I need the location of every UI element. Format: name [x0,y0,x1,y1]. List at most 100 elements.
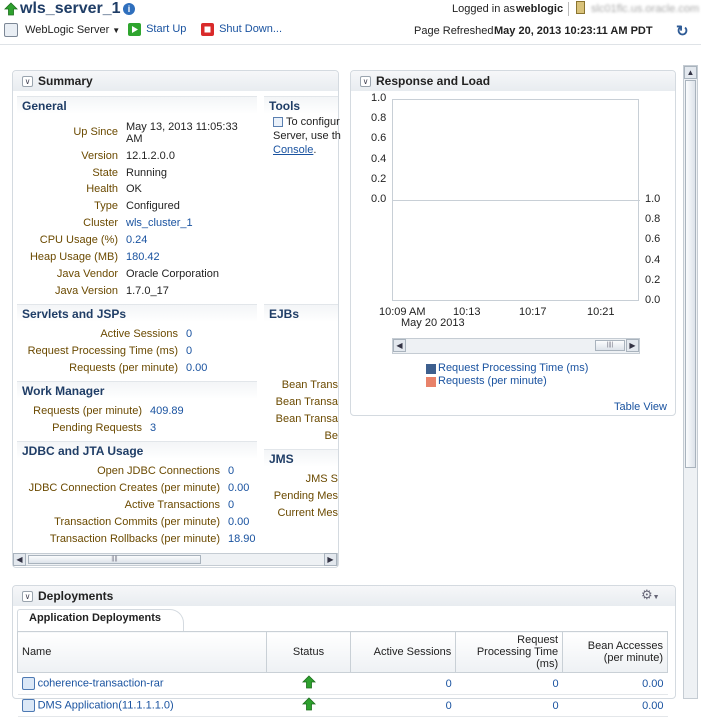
column-header-name[interactable]: Name [17,631,267,673]
refresh-icon[interactable]: ↻ [676,22,689,40]
servlet-requests-value[interactable]: 0.00 [186,362,207,374]
bean-accesses-cell[interactable]: 0.00 [562,694,668,717]
response-collapse-icon[interactable]: ∨ [360,75,371,87]
logged-in-label: Logged in as [452,3,515,15]
username: weblogic [516,3,564,15]
servlets-title: Servlets and JSPs [22,307,127,321]
start-up-label: Start Up [146,23,187,36]
pending-requests-label: Pending Requests [52,422,142,434]
work-manager-title: Work Manager [22,384,105,398]
wm-requests-value[interactable]: 409.89 [150,405,184,417]
chart-scroll-right-arrow[interactable]: ▶ [626,339,639,352]
cluster-link[interactable]: wls_cluster_1 [126,217,193,229]
page-scroll-thumb[interactable] [685,80,696,468]
active-sessions-cell[interactable]: 0 [350,694,456,717]
jdbc-creates-value[interactable]: 0.00 [228,482,249,494]
console-link[interactable]: Console [273,144,313,156]
column-header-status[interactable]: Status [265,631,352,673]
deployments-table: Name Status Active Sessions Request Proc… [17,631,668,717]
pending-requests-value[interactable]: 3 [150,422,156,434]
weblogic-server-menu-label: WebLogic Server [25,23,110,36]
divider [568,2,569,16]
cpu-usage-value[interactable]: 0.24 [126,234,147,246]
active-transactions-label: Active Transactions [124,499,220,511]
scroll-right-arrow[interactable]: ▶ [324,553,337,566]
active-sessions-value[interactable]: 0 [186,328,192,340]
deployments-collapse-icon[interactable]: ∨ [22,590,33,602]
tools-text-3: Console. [273,144,316,156]
x-tick-label: 10:21 [587,306,615,318]
page-refreshed-value: May 20, 2013 10:23:11 AM PDT [494,25,653,37]
jms-row-1: JMS S [305,473,338,485]
stop-icon [201,23,214,36]
scroll-left-arrow[interactable]: ◀ [13,553,26,566]
server-icon [4,23,18,37]
request-processing-value[interactable]: 0 [186,345,192,357]
chevron-down-icon: ▼ [112,25,121,35]
tools-title: Tools [269,99,301,113]
host-name: slc01flc.us.oracle.com [591,3,700,15]
up-since-value: May 13, 2013 11:05:33 [126,121,238,133]
chart-midline [392,200,640,201]
summary-collapse-icon[interactable]: ∨ [22,75,33,87]
java-vendor-label: Java Vendor [56,268,118,280]
summary-title: Summary [38,74,93,88]
table-row[interactable]: DMS Application(11.1.1.1.0) 0 0 0.00 [17,694,668,717]
transaction-commits-label: Transaction Commits (per minute) [54,516,220,528]
application-icon [21,677,35,690]
open-jdbc-value[interactable]: 0 [228,465,234,477]
up-since-label: Up Since [73,126,118,138]
jms-row-3: Current Mes [277,507,338,519]
heap-usage-value[interactable]: 180.42 [126,251,160,263]
health-value: OK [126,183,142,195]
tab-label: Application Deployments [29,612,162,624]
response-title: Response and Load [376,74,491,88]
info-icon[interactable]: i [123,3,135,15]
header-separator [0,44,701,45]
application-icon [21,699,35,712]
column-header-request-processing[interactable]: Request Processing Time (ms) [455,631,564,673]
active-sessions-cell[interactable]: 0 [350,672,456,695]
deployments-title: Deployments [38,589,114,603]
heap-usage-label: Heap Usage (MB) [29,251,118,263]
state-value: Running [126,167,167,179]
active-transactions-value[interactable]: 0 [228,499,234,511]
deployment-link[interactable]: coherence-transaction-rar [38,677,164,689]
shut-down-button[interactable]: Shut Down... [201,23,282,36]
transaction-rollbacks-value[interactable]: 18.90 [228,533,256,545]
status-up-icon [301,675,316,689]
tools-text-tail: . [313,144,317,156]
x-date-label: May 20 2013 [401,317,465,329]
version-label: Version [81,150,118,162]
ejb-row-4: Be [324,430,338,442]
type-label: Type [94,200,118,212]
cpu-usage-label: CPU Usage (%) [39,234,118,246]
jdbc-creates-label: JDBC Connection Creates (per minute) [28,482,220,494]
start-up-button[interactable]: Start Up [128,23,186,36]
deployment-name-cell: DMS Application(11.1.1.1.0) [17,694,267,717]
column-header-active-sessions[interactable]: Active Sessions [350,631,457,673]
shut-down-label: Shut Down... [219,23,283,36]
cluster-label: Cluster [83,217,118,229]
request-processing-label: Request Processing Time (ms) [27,345,178,357]
deployment-link[interactable]: DMS Application(11.1.1.1.0) [38,699,174,711]
request-processing-cell[interactable]: 0 [455,672,563,695]
bean-accesses-cell[interactable]: 0.00 [562,672,668,695]
status-cell [266,694,351,717]
legend-swatch-requests [426,377,436,387]
weblogic-server-menu[interactable]: WebLogic Server ▼ [4,23,120,37]
request-processing-cell[interactable]: 0 [455,694,563,717]
chart-scroll-left-arrow[interactable]: ◀ [393,339,406,352]
chart-scroll-thumb[interactable]: |||| [595,340,625,351]
wm-requests-label: Requests (per minute) [33,405,142,417]
type-value: Configured [126,200,180,212]
active-sessions-label: Active Sessions [100,328,178,340]
column-header-bean-accesses[interactable]: Bean Accesses (per minute) [562,631,668,673]
page-scroll-up-arrow[interactable]: ▲ [684,66,697,79]
gear-icon[interactable]: ⚙▼ [641,587,660,603]
transaction-commits-value[interactable]: 0.00 [228,516,249,528]
table-view-link[interactable]: Table View [614,401,667,413]
table-row[interactable]: coherence-transaction-rar 0 0 0.00 [17,672,668,695]
host-icon [576,1,585,14]
scroll-thumb[interactable]: |||| [28,555,201,564]
